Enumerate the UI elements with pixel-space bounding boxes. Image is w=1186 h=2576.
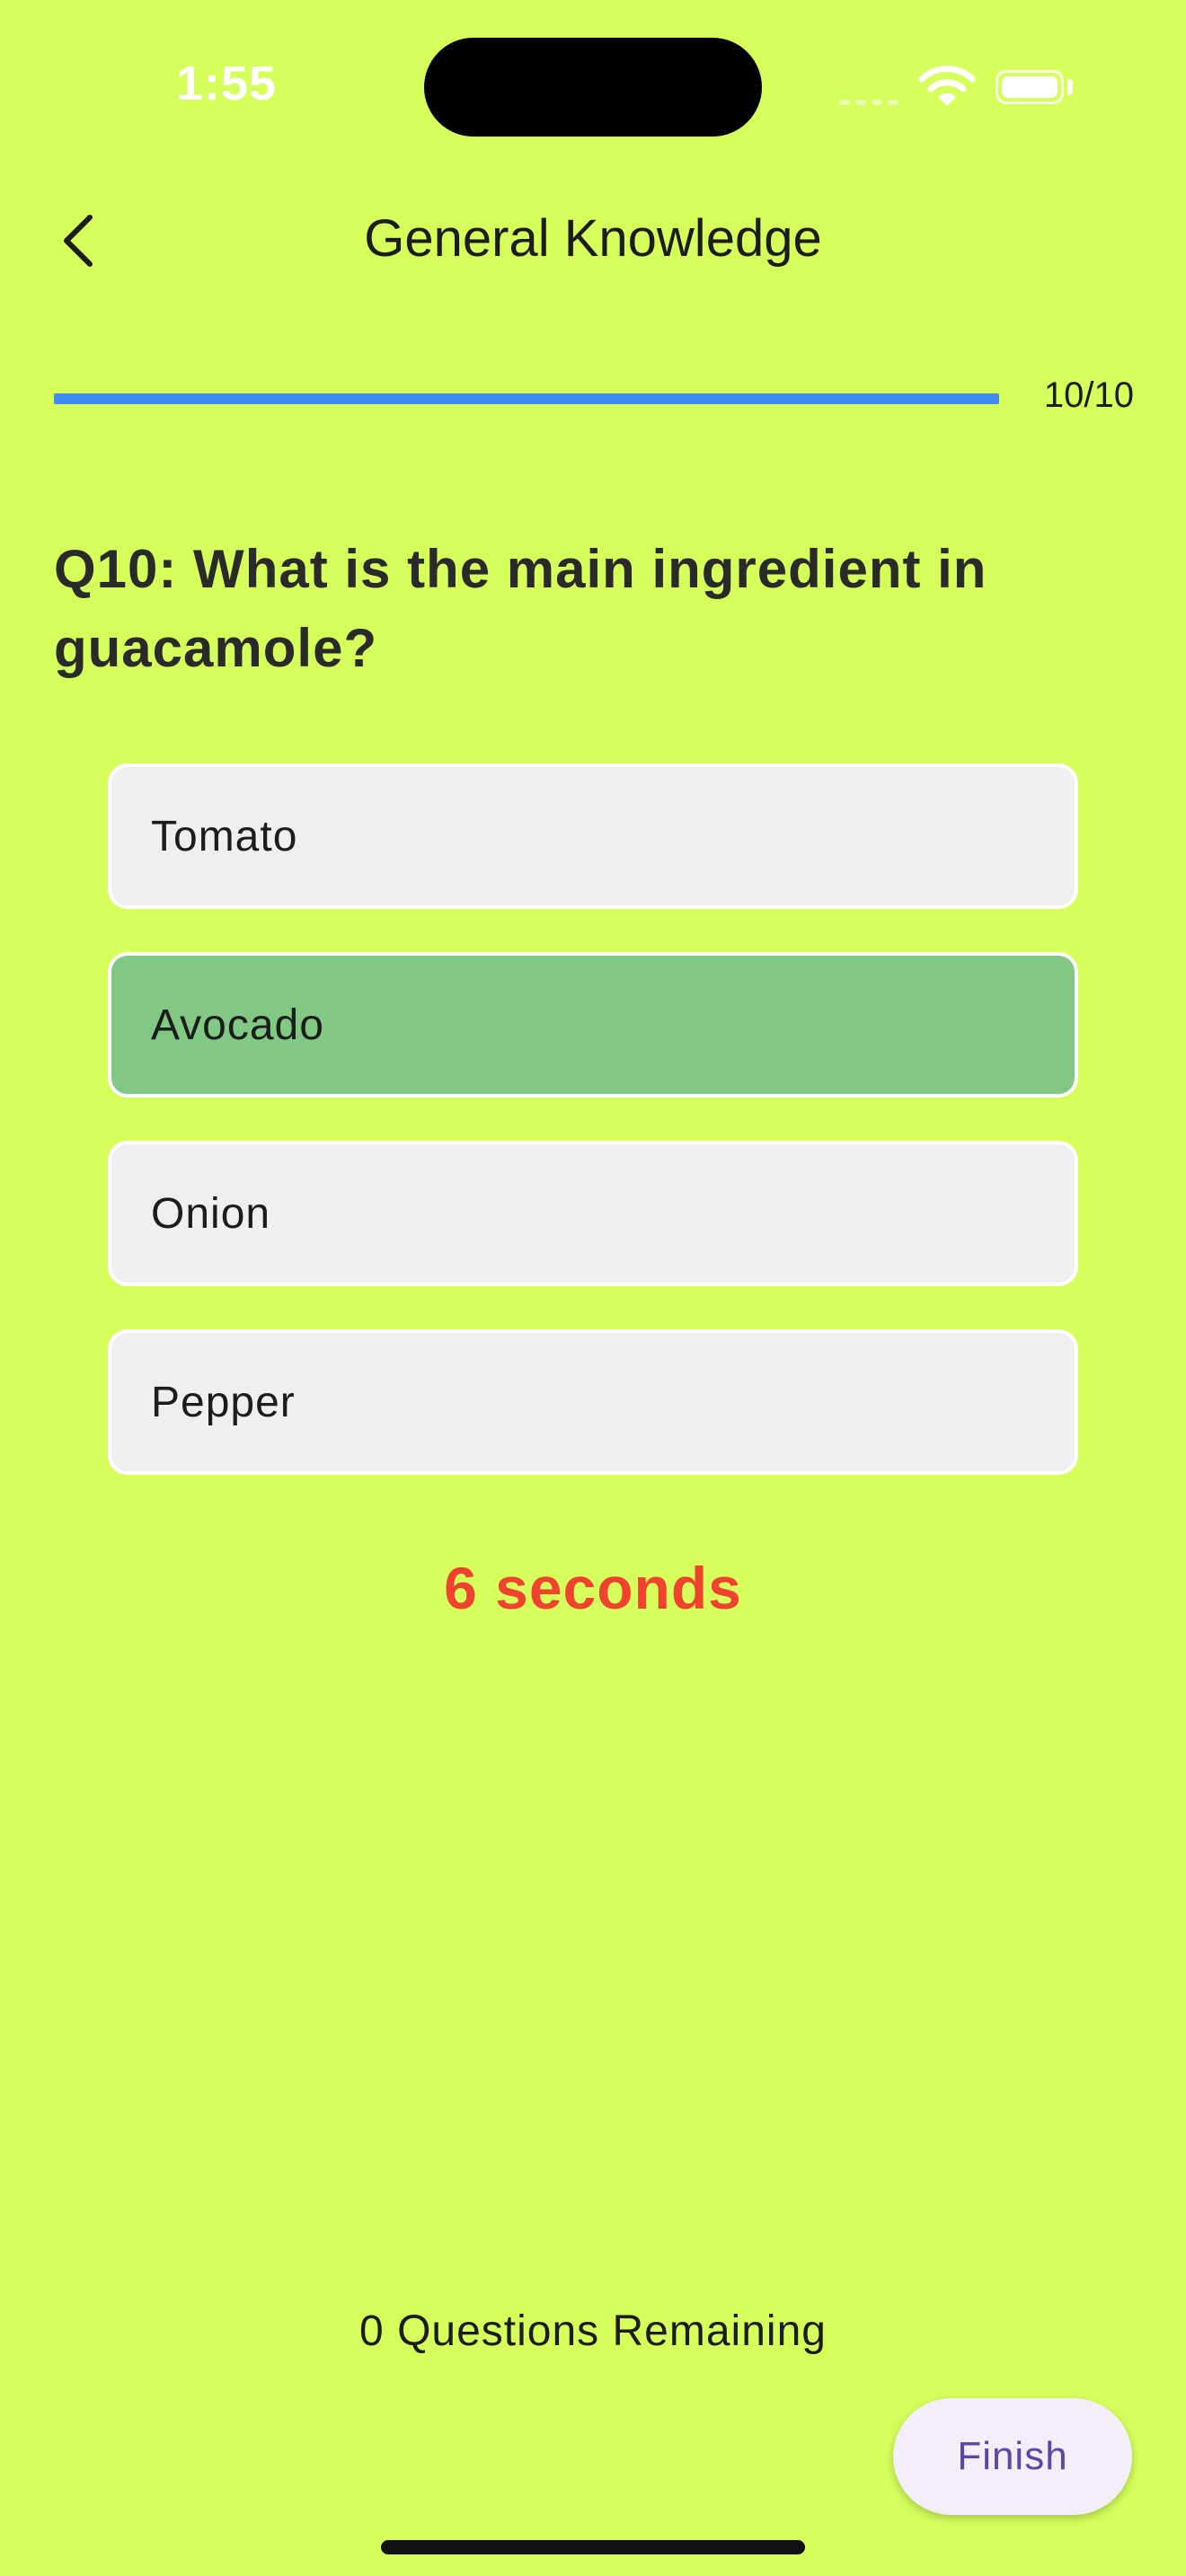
app-bar: General Knowledge <box>0 180 1186 305</box>
battery-icon <box>996 70 1064 104</box>
finish-button[interactable]: Finish <box>893 2398 1132 2515</box>
question-text: Q10: What is the main ingredient in guac… <box>54 539 987 678</box>
status-time: 1:55 <box>176 57 278 110</box>
home-indicator <box>381 2540 805 2554</box>
answer-option[interactable]: Pepper <box>108 1329 1078 1475</box>
progress-label: 10/10 <box>1043 375 1134 415</box>
page-title: General Knowledge <box>364 209 822 268</box>
answer-option[interactable]: Tomato <box>108 763 1078 909</box>
answer-list: Tomato Avocado Onion Pepper <box>108 763 1078 1518</box>
questions-remaining: 0 Questions Remaining <box>359 2307 827 2355</box>
answer-option[interactable]: Onion <box>108 1141 1078 1286</box>
progress-bar <box>54 393 999 404</box>
status-bar: 1:55 <box>0 0 1186 180</box>
battery-cap <box>1067 79 1073 95</box>
answer-option-correct[interactable]: Avocado <box>108 952 1078 1098</box>
dynamic-island <box>424 38 762 137</box>
wifi-icon <box>918 65 976 112</box>
signal-icon <box>839 93 904 110</box>
progress-fill <box>54 393 999 404</box>
countdown-timer: 6 seconds <box>444 1555 742 1621</box>
